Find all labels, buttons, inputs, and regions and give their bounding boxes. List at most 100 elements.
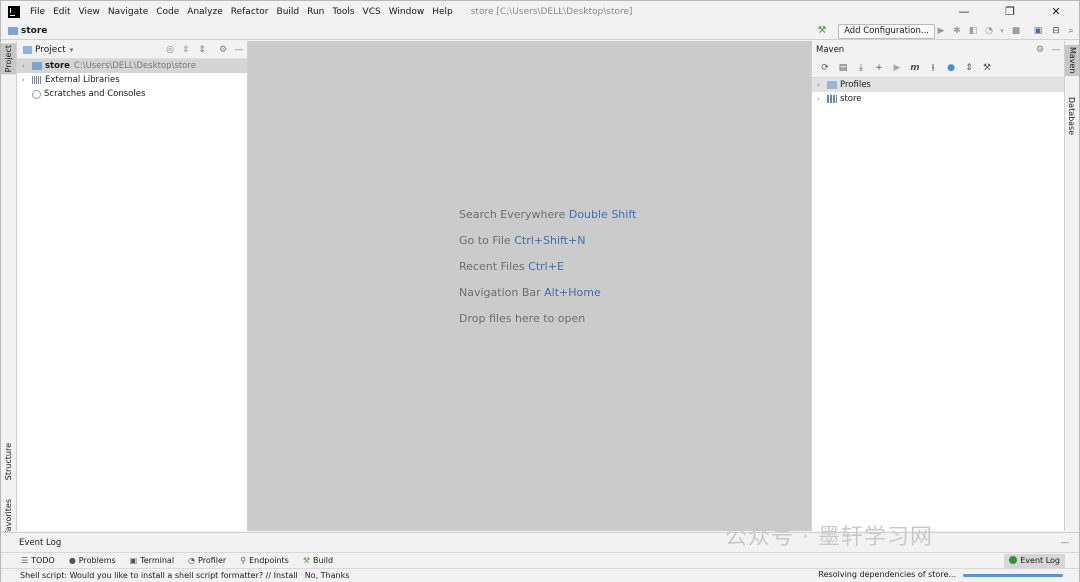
hint-shortcut: Ctrl+Shift+N [514, 234, 586, 247]
run-icon[interactable]: ▶ [888, 63, 906, 73]
chevron-down-icon[interactable]: ▾ [70, 46, 74, 54]
stop-icon[interactable]: ■ [1011, 26, 1021, 36]
tab-database[interactable]: Database [1067, 97, 1076, 135]
event-log-title[interactable]: Event Log [19, 538, 61, 548]
menu-navigate[interactable]: Navigate [104, 7, 152, 17]
menu-run[interactable]: Run [303, 7, 328, 17]
scratches-icon [32, 89, 41, 99]
tree-row-external-libraries[interactable]: › External Libraries [17, 73, 247, 87]
no-thanks-link[interactable]: No, Thanks [305, 571, 350, 580]
tab-project[interactable]: Project [1, 43, 16, 75]
event-log-button[interactable]: Event Log [1004, 554, 1065, 568]
event-log-button-label: Event Log [1020, 556, 1060, 565]
restore-button[interactable]: ❐ [987, 1, 1033, 23]
hide-icon[interactable]: — [231, 45, 247, 55]
tab-todo[interactable]: ☰ TODO [21, 556, 55, 565]
gear-icon[interactable]: ⚙ [1032, 45, 1048, 55]
chevron-right-icon[interactable]: › [817, 81, 827, 89]
run-icon[interactable]: ▶ [936, 26, 946, 36]
collapse-all-icon[interactable]: ⇕ [194, 45, 210, 55]
toggle-offline-icon[interactable]: ⫲ [924, 63, 942, 73]
menu-vcs[interactable]: VCS [359, 7, 385, 17]
project-structure-icon[interactable]: ▣ [1033, 26, 1043, 36]
profile-icon[interactable]: ◔ [984, 26, 994, 36]
tab-terminal[interactable]: ▣ Terminal [130, 556, 174, 565]
hint-text: Search Everywhere [459, 208, 566, 221]
menu-analyze[interactable]: Analyze [183, 7, 226, 17]
search-icon[interactable]: ⌕ [1066, 26, 1076, 36]
expand-all-icon[interactable]: ⇳ [178, 45, 194, 55]
terminal-icon: ▣ [129, 556, 138, 565]
warning-circle-icon: ● [68, 556, 76, 565]
skip-tests-icon[interactable]: ● [942, 63, 960, 73]
event-log-icon [1009, 556, 1018, 564]
tab-problems[interactable]: ● Problems [69, 556, 116, 565]
folder-icon [8, 27, 18, 35]
background-task-text[interactable]: Resolving dependencies of store... [818, 570, 956, 579]
status-message[interactable]: Shell script: Would you like to install … [20, 571, 298, 580]
tab-build[interactable]: ⚒ Build [303, 556, 333, 565]
tab-endpoints[interactable]: ⚲ Endpoints [240, 556, 289, 565]
tab-maven[interactable]: Maven [1065, 45, 1079, 76]
tab-label: Endpoints [249, 556, 289, 565]
left-tool-stripe: Project Structure Favorites [1, 41, 17, 535]
menu-edit[interactable]: Edit [49, 7, 74, 17]
hint-text: Go to File [459, 234, 511, 247]
menu-tools[interactable]: Tools [328, 7, 358, 17]
coverage-icon[interactable]: ◧ [968, 26, 978, 36]
minimize-button[interactable]: — [941, 1, 987, 23]
tab-structure[interactable]: Structure [4, 443, 13, 480]
debug-icon[interactable]: ✱ [952, 26, 962, 36]
download-icon[interactable]: ⤓ [852, 63, 870, 73]
add-maven-project-icon[interactable]: ▤ [834, 63, 852, 73]
add-configuration-button[interactable]: Add Configuration... [838, 24, 935, 39]
menu-help[interactable]: Help [428, 7, 457, 17]
maven-project-icon [827, 95, 837, 103]
tab-favorites[interactable]: Favorites [4, 499, 13, 535]
menu-build[interactable]: Build [273, 7, 304, 17]
menu-window[interactable]: Window [385, 7, 429, 17]
window-controls: — ❐ ✕ [941, 1, 1079, 23]
maven-tree-store[interactable]: › store [812, 92, 1064, 106]
hide-icon[interactable]: — [1057, 538, 1073, 548]
gear-icon[interactable]: ⚙ [215, 45, 231, 55]
hammer-icon[interactable]: ⚒ [817, 26, 827, 36]
tab-label: TODO [31, 556, 55, 565]
close-button[interactable]: ✕ [1033, 1, 1079, 23]
module-folder-icon [32, 62, 42, 70]
maven-tree-profiles[interactable]: › Profiles [812, 78, 1064, 92]
menu-code[interactable]: Code [152, 7, 183, 17]
menu-view[interactable]: View [75, 7, 104, 17]
ide-window: File Edit View Navigate Code Analyze Ref… [0, 0, 1080, 582]
locate-icon[interactable]: ◎ [162, 45, 178, 55]
maven-goal-icon[interactable]: m [906, 63, 924, 73]
chevron-right-icon[interactable]: › [22, 76, 32, 84]
profiler-icon: ◔ [188, 556, 196, 565]
hint-shortcut: Ctrl+E [528, 260, 564, 273]
layout-icon[interactable]: ⊟ [1051, 26, 1061, 36]
tab-profiler[interactable]: ◔ Profiler [188, 556, 226, 565]
editor-area[interactable]: Search Everywhere Double Shift Go to Fil… [248, 41, 811, 531]
chevron-down-icon[interactable]: ▾ [997, 26, 1007, 36]
tree-row-scratches[interactable]: Scratches and Consoles [17, 87, 247, 101]
chevron-right-icon[interactable]: › [817, 95, 827, 103]
hint-go-to-file: Go to File Ctrl+Shift+N [459, 234, 585, 247]
menu-file[interactable]: File [26, 7, 49, 17]
hide-icon[interactable]: — [1048, 45, 1064, 55]
menu-refactor[interactable]: Refactor [227, 7, 273, 17]
tab-label: Terminal [140, 556, 175, 565]
hint-text: Recent Files [459, 260, 525, 273]
plus-icon[interactable]: + [870, 63, 888, 73]
breadcrumb-store[interactable]: store [21, 26, 47, 36]
reload-icon[interactable]: ⟳ [816, 63, 834, 73]
chevron-right-icon[interactable]: › [22, 62, 32, 70]
wrench-icon[interactable]: ⚒ [978, 63, 996, 73]
intellij-logo-icon [8, 6, 20, 18]
hammer-icon: ⚒ [302, 556, 311, 565]
collapse-all-icon[interactable]: ⇕ [960, 63, 978, 73]
tab-label: Problems [78, 556, 116, 565]
project-panel-title[interactable]: Project [35, 45, 66, 55]
progress-bar [963, 574, 1063, 577]
hint-shortcut: Alt+Home [544, 286, 601, 299]
tree-row-store[interactable]: › store C:\Users\DELL\Desktop\store [17, 59, 247, 73]
